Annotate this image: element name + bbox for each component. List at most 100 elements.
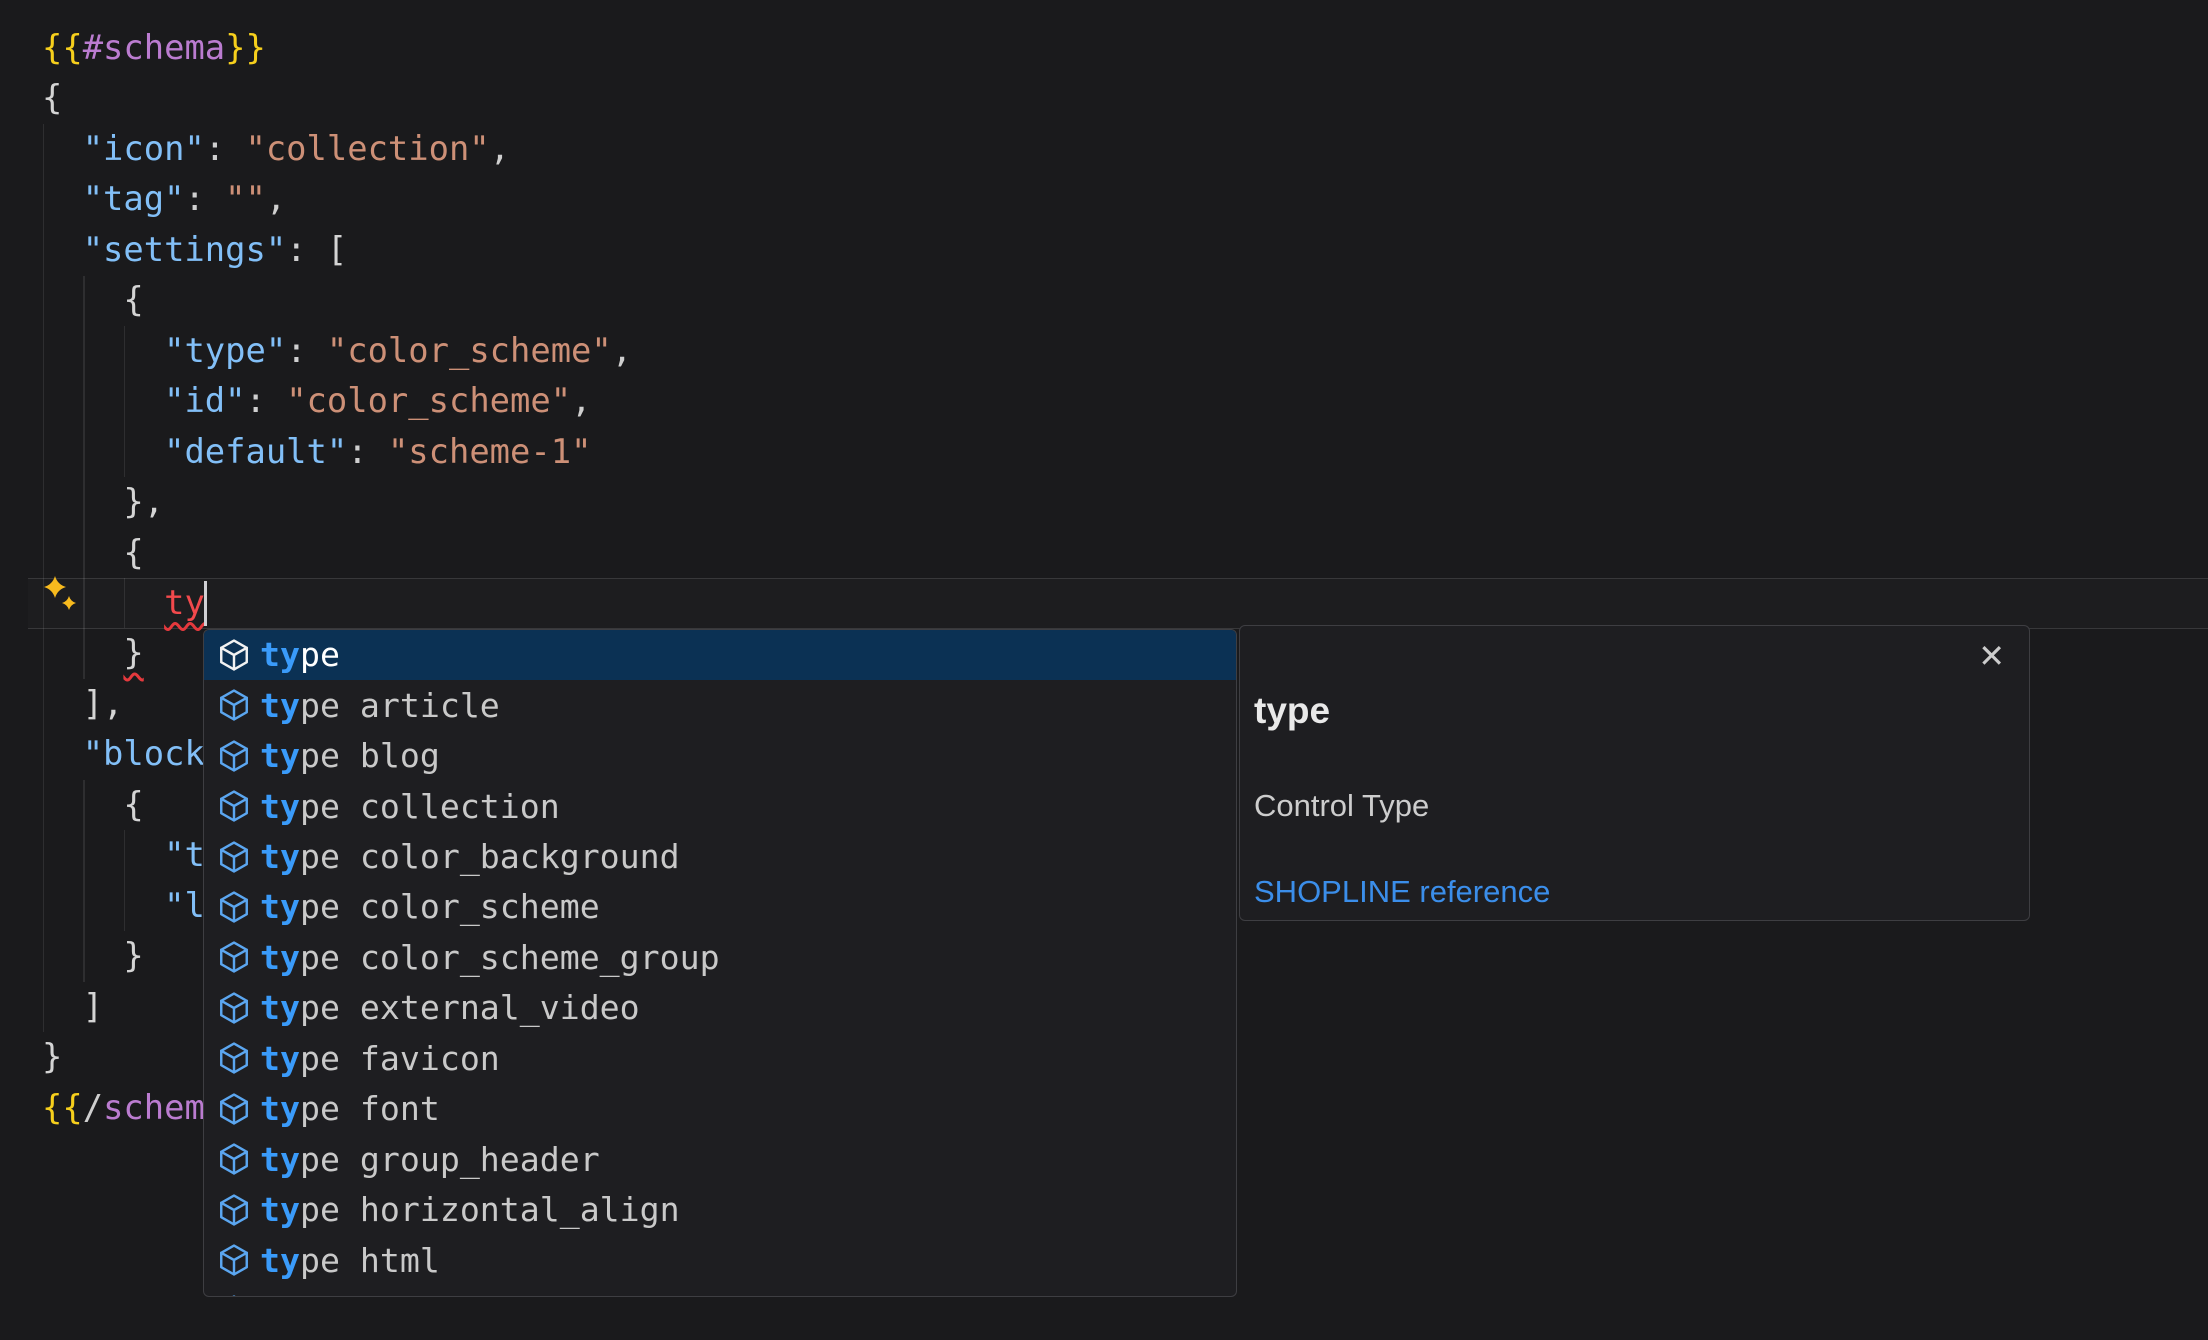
code-token: { — [42, 78, 62, 117]
code-token: "default" — [164, 432, 347, 471]
code-line[interactable]: {{#schema}} — [0, 23, 2208, 73]
code-token: ty — [164, 583, 205, 622]
code-token: {{ — [42, 28, 83, 67]
suggestion-label: type color_background — [260, 837, 680, 876]
suggestion-label: type group_header — [260, 1140, 600, 1179]
close-icon: ✕ — [1978, 637, 2005, 675]
code-line[interactable]: { — [0, 275, 2208, 325]
suggestion-list: type type article type blog type collection… — [204, 630, 1236, 1298]
code-token: "t — [164, 835, 205, 874]
code-token: ] — [83, 987, 103, 1026]
code-token: : — [205, 129, 246, 168]
code-line[interactable]: "tag": "", — [0, 174, 2208, 224]
suggestion-item[interactable]: type blog — [204, 730, 1236, 780]
close-button[interactable]: ✕ — [1978, 640, 2005, 672]
docs-description: Control Type — [1254, 788, 1429, 824]
cube-icon — [217, 1041, 251, 1075]
code-line[interactable]: { — [0, 528, 2208, 578]
code-token: ], — [83, 684, 124, 723]
code-token: , — [490, 129, 510, 168]
reference-link[interactable]: SHOPLINE reference — [1254, 874, 1550, 910]
cube-icon — [217, 789, 251, 823]
code-token: : — [286, 230, 327, 269]
ai-hint-button[interactable] — [44, 576, 80, 616]
code-line[interactable]: "icon": "collection", — [0, 124, 2208, 174]
code-line[interactable]: "settings": [ — [0, 225, 2208, 275]
suggestion-label: type horizontal_align — [260, 1190, 680, 1229]
suggestion-item[interactable]: type article — [204, 680, 1236, 730]
suggestion-item[interactable]: type color_scheme_group — [204, 932, 1236, 982]
cube-icon — [217, 638, 251, 672]
suggestion-item[interactable]: type html — [204, 1235, 1236, 1285]
cube-icon — [217, 940, 251, 974]
code-token: "tag" — [83, 179, 185, 218]
code-token: "color_scheme" — [286, 381, 571, 420]
code-token: {{ — [42, 1088, 83, 1127]
suggestion-item[interactable]: type favicon — [204, 1033, 1236, 1083]
code-token: "settings" — [83, 230, 286, 269]
suggestion-item[interactable]: type group_header — [204, 1134, 1236, 1184]
suggestion-label: type color_scheme_group — [260, 938, 720, 977]
code-token: "color_scheme" — [327, 331, 612, 370]
code-token: }, — [123, 482, 164, 521]
suggestion-label: type font — [260, 1089, 440, 1128]
code-token: } — [123, 633, 143, 672]
code-line[interactable]: "id": "color_scheme", — [0, 376, 2208, 426]
docs-title: type — [1254, 690, 1330, 732]
text-cursor — [204, 581, 207, 626]
code-token: "collection" — [245, 129, 489, 168]
suggestion-item[interactable]: type color_background — [204, 831, 1236, 881]
cube-icon — [217, 739, 251, 773]
code-token: / — [83, 1088, 103, 1127]
code-token: , — [571, 381, 591, 420]
code-token: schem — [103, 1088, 205, 1127]
suggestion-item[interactable]: type collection — [204, 781, 1236, 831]
suggestion-label: type collection — [260, 787, 560, 826]
code-line[interactable]: }, — [0, 477, 2208, 527]
code-line[interactable]: ty — [0, 578, 2208, 628]
suggestion-docs-panel: ✕ type Control Type SHOPLINE reference — [1239, 625, 2030, 921]
code-token: { — [123, 785, 143, 824]
code-token: : — [184, 179, 225, 218]
suggestion-item[interactable]: type horizontal_align — [204, 1184, 1236, 1234]
code-token: "l — [164, 886, 205, 925]
cube-icon — [217, 1142, 251, 1176]
code-token: } — [123, 936, 143, 975]
cube-icon — [217, 1294, 251, 1297]
cube-icon — [217, 1092, 251, 1126]
suggestion-item[interactable]: type font — [204, 1084, 1236, 1134]
sparkle-icon — [44, 576, 80, 616]
suggestion-item[interactable]: type image_picker — [204, 1285, 1236, 1297]
code-token: "" — [225, 179, 266, 218]
suggestion-label: type color_scheme — [260, 887, 600, 926]
suggestion-item[interactable]: type color_scheme — [204, 882, 1236, 932]
suggestion-label: type article — [260, 686, 500, 725]
cube-icon — [217, 1243, 251, 1277]
code-token: [ — [327, 230, 347, 269]
code-token: "block — [83, 734, 205, 773]
code-line[interactable]: { — [0, 73, 2208, 123]
suggestion-label: type external_video — [260, 988, 640, 1027]
cube-icon — [217, 890, 251, 924]
code-token: , — [612, 331, 632, 370]
cube-icon — [217, 688, 251, 722]
code-token: "type" — [164, 331, 286, 370]
cube-icon — [217, 991, 251, 1025]
code-line[interactable]: "default": "scheme-1" — [0, 427, 2208, 477]
code-token: : — [286, 331, 327, 370]
cube-icon — [217, 840, 251, 874]
code-token: }} — [225, 28, 266, 67]
code-token: } — [42, 1037, 62, 1076]
suggestion-label: type — [260, 635, 340, 674]
code-line[interactable]: "type": "color_scheme", — [0, 326, 2208, 376]
code-token: "scheme-1" — [388, 432, 591, 471]
suggestion-label: type image_picker — [260, 1291, 600, 1297]
suggestion-label: type blog — [260, 736, 440, 775]
autocomplete-dropdown: type type article type blog type collection… — [203, 629, 1237, 1298]
suggestion-label: type favicon — [260, 1039, 500, 1078]
suggestion-item[interactable]: type — [204, 630, 1236, 680]
code-token: "id" — [164, 381, 245, 420]
suggestion-label: type html — [260, 1241, 440, 1280]
code-token: { — [123, 280, 143, 319]
suggestion-item[interactable]: type external_video — [204, 983, 1236, 1033]
